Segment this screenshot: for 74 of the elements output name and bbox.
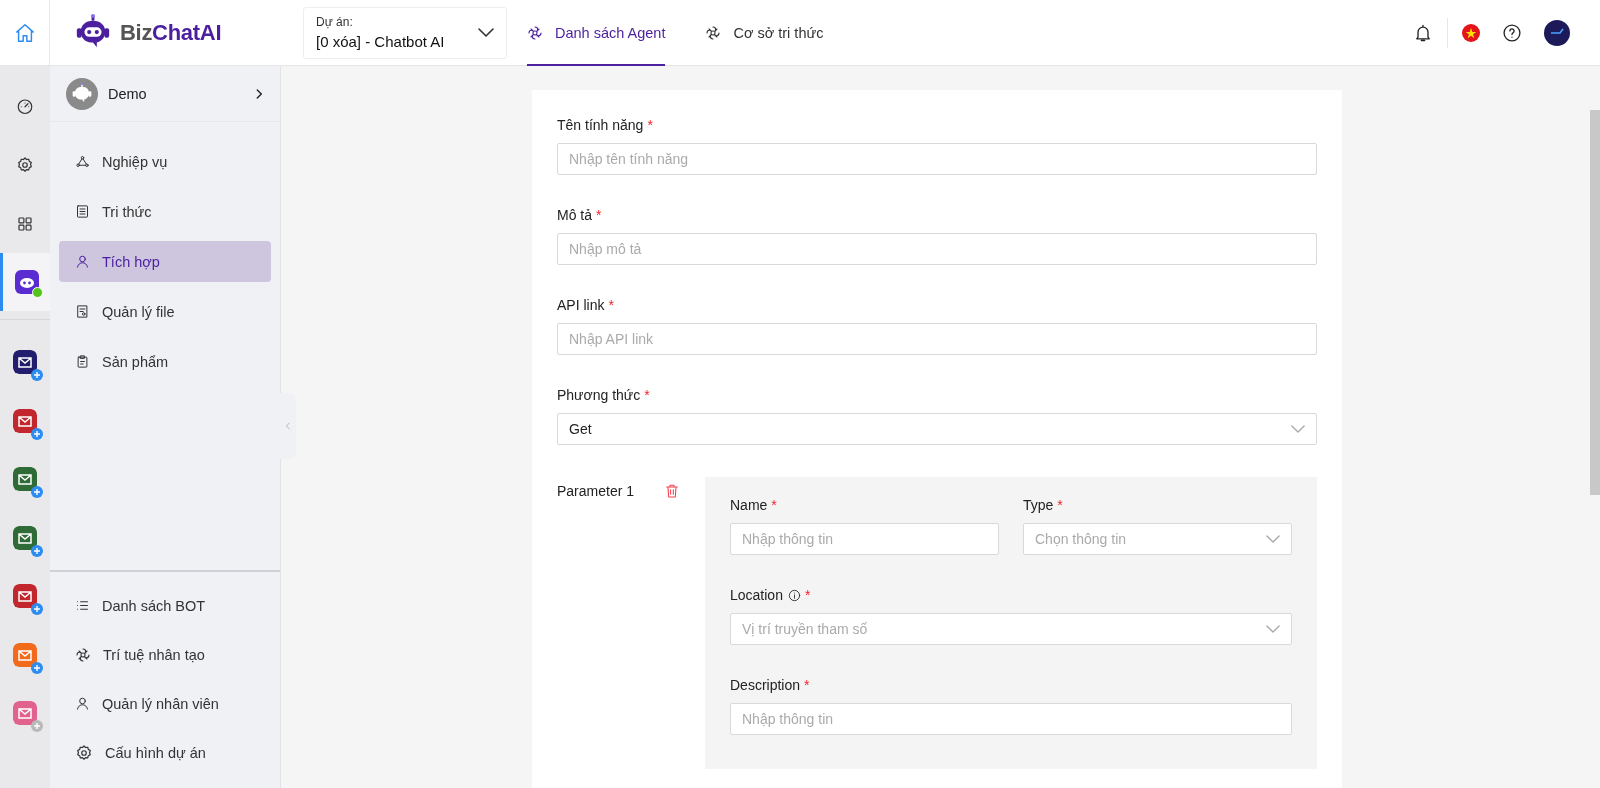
field-label: Tên tính năng [557,117,644,133]
document-list-icon [75,204,90,219]
user-icon [75,254,90,269]
help-button[interactable] [1502,22,1522,43]
field-label: API link [557,297,605,313]
required-mark: * [771,497,777,513]
app-icon[interactable] [13,467,37,491]
sidebar-item[interactable]: Quản lý nhân viên [59,683,271,724]
avatar-icon[interactable] [1544,19,1570,46]
parameter-title: Parameter 1 [557,483,635,499]
chevron-down-icon [478,28,494,37]
required-mark: * [596,207,602,223]
nodes-icon [75,154,90,169]
file-icon [75,304,90,319]
sidebar-item[interactable]: Trí tuệ nhân tạo [59,634,271,675]
input-field[interactable]: Nhập thông tin [730,703,1292,735]
swirl-icon [705,24,722,41]
input-field[interactable]: Nhập API link [557,323,1317,355]
logo-text: BizChatAI [120,19,222,46]
field-label: Mô tả [557,207,592,223]
sidebar-item[interactable]: Cấu hình dự án [59,732,271,773]
field-label: Location [730,587,783,603]
notification-button[interactable] [1413,22,1433,43]
settings-icon [16,155,34,174]
required-mark: * [644,387,650,403]
list-icon [75,598,90,613]
required-mark: * [804,587,811,603]
delete-icon [664,483,681,499]
project-select[interactable]: Dự án: [0 xóa] - Chatbot AI [303,6,507,59]
gauge-icon [16,96,34,115]
field-label: Description [730,677,801,693]
field-label: Name [730,497,768,513]
robot-app-icon [14,270,39,294]
help-icon [1502,22,1522,43]
field-label: Type [1023,497,1054,513]
chevron-down-icon [1266,535,1280,543]
required-mark: * [804,677,810,693]
flag-icon[interactable] [1462,23,1480,42]
app-icon[interactable] [13,350,37,374]
home-icon [13,21,36,44]
sidebar-item[interactable]: Tích hợp [59,241,271,282]
nav-tab[interactable]: Cơ sở tri thức [705,0,824,66]
input-field[interactable]: Nhập mô tả [557,233,1317,265]
sidebar-item[interactable]: Nghiệp vụ [59,141,271,182]
input-field[interactable]: Nhập thông tin [730,523,999,555]
select-field[interactable]: Get [557,413,1317,445]
notification-icon [1413,22,1433,43]
grid-icon [16,214,34,233]
sidebar-item[interactable]: Danh sách BOT [59,585,271,626]
required-mark: * [1057,497,1063,513]
chevron-down-icon [1291,425,1305,433]
swirl-icon [75,646,91,663]
chevron-down-icon [1266,625,1280,633]
chatbot-app-button[interactable] [0,253,50,311]
field-label: Phương thức [557,387,641,403]
scrollbar[interactable] [1590,110,1600,495]
sidebar-item[interactable]: Tri thức [59,191,271,232]
user-icon [75,696,90,711]
add-badge-icon[interactable] [31,486,43,498]
app-icon[interactable] [13,525,37,550]
chevron-left-icon [283,419,293,433]
workspace-selector[interactable]: Demo [50,66,280,122]
required-mark: * [608,297,614,313]
add-badge-icon[interactable] [31,369,43,381]
clipboard-icon [75,354,90,369]
sidebar-item[interactable]: Sản phẩm [59,341,271,382]
delete-parameter-button[interactable] [664,483,681,499]
sidebar-item[interactable]: Quản lý file [59,291,271,332]
settings-icon [75,743,93,762]
input-field[interactable]: Nhập tên tính năng [557,143,1317,175]
add-badge-icon[interactable] [31,544,43,557]
required-mark: * [647,117,653,133]
swirl-icon [527,24,543,41]
info-icon [787,588,801,602]
